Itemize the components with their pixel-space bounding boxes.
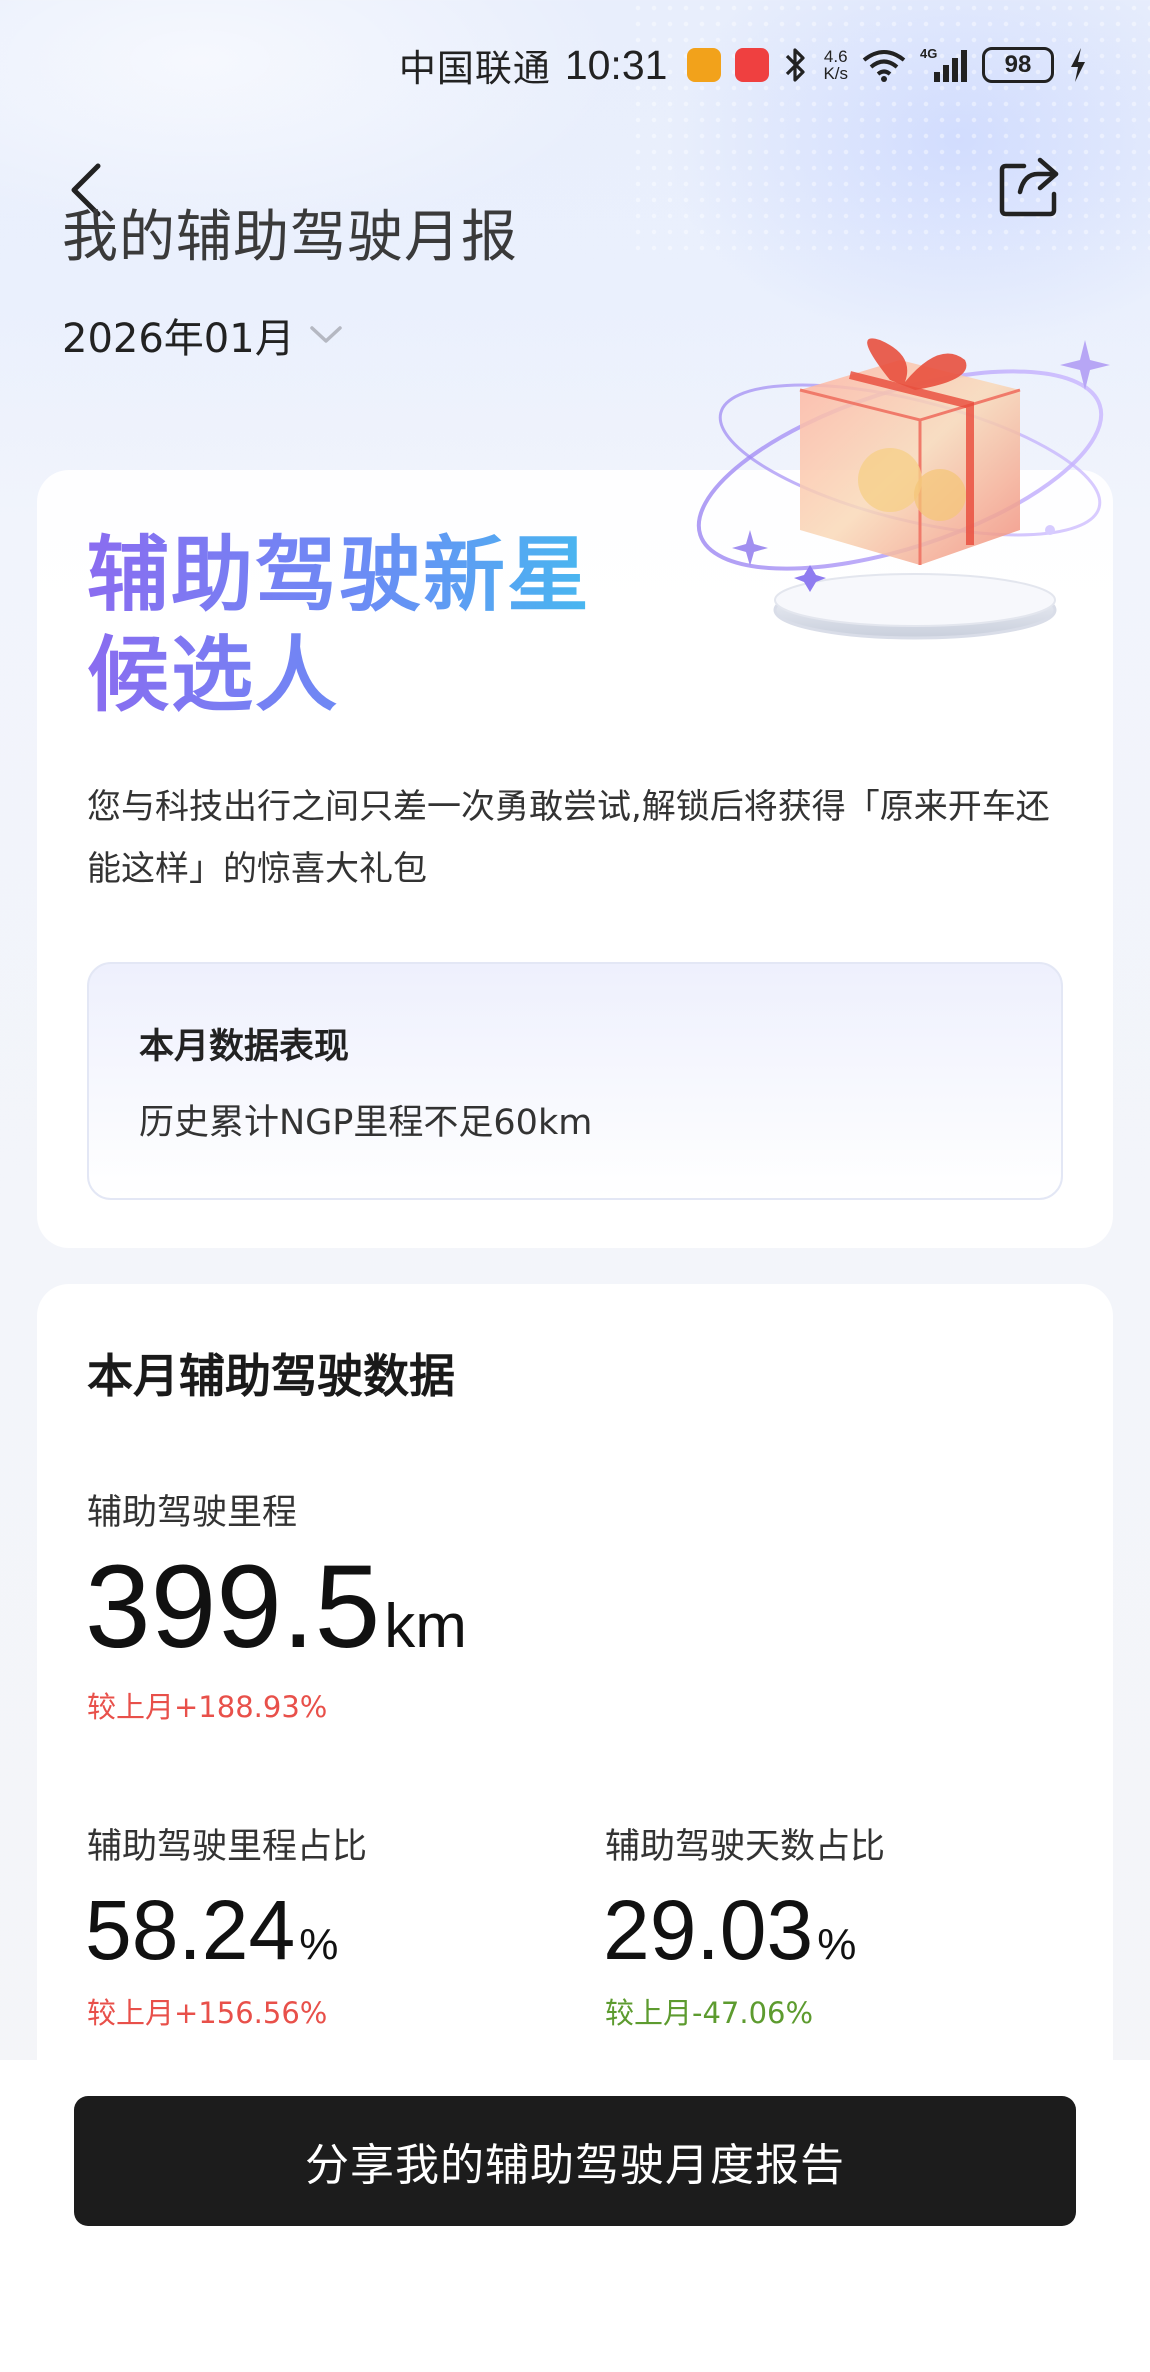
- badge-title-line2: 候选人: [87, 628, 340, 723]
- app-notification-icon: [735, 48, 770, 82]
- mileage-unit: km: [384, 1592, 467, 1661]
- days-ratio-unit: %: [817, 1920, 857, 1969]
- days-ratio-change: 较上月-47.06%: [605, 1996, 814, 2030]
- share-icon: [999, 157, 1059, 217]
- svg-text:4G: 4G: [920, 46, 937, 61]
- mileage-ratio-number: 58.24: [85, 1883, 296, 1977]
- badge-title-line1: 辅助驾驶新星: [87, 528, 592, 623]
- wifi-icon: [862, 48, 906, 82]
- signal-icon: 4G: [920, 46, 968, 84]
- share-button[interactable]: [996, 154, 1062, 220]
- monthly-performance-box: 本月数据表现 历史累计NGP里程不足60km: [87, 962, 1063, 1200]
- badge-title: 辅助驾驶新星 候选人: [87, 526, 591, 726]
- status-time: 10:31: [564, 41, 668, 88]
- month-label: 2026年01月: [62, 316, 295, 362]
- mileage-ratio-value: 58.24%: [85, 1888, 338, 1972]
- mileage-value: 399.5km: [85, 1548, 467, 1666]
- mileage-ratio-change: 较上月+156.56%: [87, 1996, 328, 2030]
- performance-value: 历史累计NGP里程不足60km: [139, 1103, 593, 1143]
- performance-title: 本月数据表现: [139, 1027, 350, 1067]
- month-selector[interactable]: 2026年01月: [62, 306, 343, 364]
- charging-icon: [1068, 46, 1088, 84]
- days-ratio-label: 辅助驾驶天数占比: [605, 1827, 886, 1867]
- bottom-action-bar: 分享我的辅助驾驶月度报告: [0, 2060, 1150, 2372]
- network-speed: 4.6 K/s: [823, 48, 848, 82]
- days-ratio-value: 29.03%: [603, 1888, 856, 1972]
- network-speed-unit: K/s: [823, 64, 848, 83]
- mileage-number: 399.5: [85, 1541, 381, 1673]
- carrier-name: 中国联通: [398, 47, 551, 90]
- page-title: 我的辅助驾驶月报: [62, 205, 518, 270]
- mileage-label: 辅助驾驶里程: [87, 1493, 298, 1533]
- mileage-change: 较上月+188.93%: [87, 1690, 328, 1724]
- app-notification-icon: [687, 48, 722, 82]
- share-report-button[interactable]: 分享我的辅助驾驶月度报告: [74, 2096, 1076, 2226]
- mileage-ratio-label: 辅助驾驶里程占比: [87, 1827, 368, 1867]
- stats-section-title: 本月辅助驾驶数据: [87, 1349, 455, 1403]
- status-bar: 中国联通 10:31 4.6 K/s 4G 98: [0, 0, 1150, 130]
- days-ratio-number: 29.03: [603, 1883, 814, 1977]
- badge-description: 您与科技出行之间只差一次勇敢尝试,解锁后将获得「原来开车还能这样」的惊喜大礼包: [87, 787, 1050, 889]
- chevron-down-icon: [309, 326, 342, 343]
- gift-illustration: [690, 320, 1120, 680]
- bluetooth-icon: [783, 46, 809, 84]
- battery-indicator: 98: [982, 47, 1054, 83]
- mileage-ratio-unit: %: [299, 1920, 339, 1969]
